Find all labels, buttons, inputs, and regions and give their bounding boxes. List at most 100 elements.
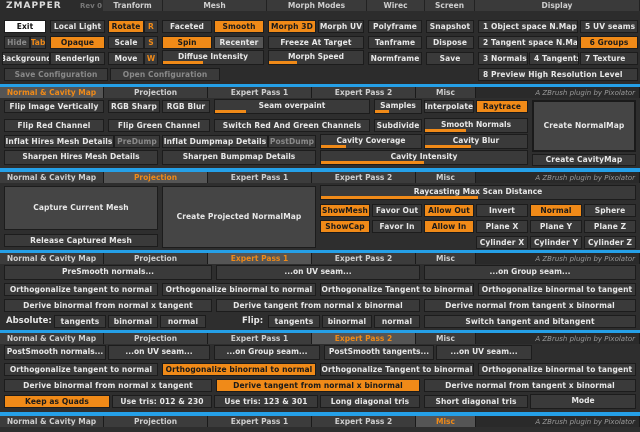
short-diagonal-tris-button[interactable]: Short diagonal tris bbox=[424, 395, 528, 408]
postsmooth-tangents-slider[interactable]: PostSmooth tangents... bbox=[324, 345, 434, 360]
spin-button[interactable]: Spin bbox=[162, 36, 212, 49]
flip-binormal-button[interactable]: binormal bbox=[322, 315, 372, 328]
smooth-button[interactable]: Smooth bbox=[214, 20, 264, 33]
tab-expert-pass-1[interactable]: Expert Pass 1 bbox=[208, 87, 312, 98]
presmooth-group-seam-slider[interactable]: ...on Group seam... bbox=[424, 265, 636, 280]
tab-misc[interactable]: Misc bbox=[416, 333, 476, 344]
open-configuration-button[interactable]: Open Configuration bbox=[110, 68, 220, 81]
switch-red-green-button[interactable]: Switch Red And Green Channels bbox=[214, 119, 370, 132]
keep-as-quads-button[interactable]: Keep as Quads bbox=[4, 395, 110, 408]
create-cavitymap-button[interactable]: Create CavityMap bbox=[532, 154, 636, 166]
ortho-binormal-to-normal-button[interactable]: Orthogonalize binormal to normal bbox=[162, 363, 316, 376]
morph-3d-button[interactable]: Morph 3D bbox=[268, 20, 316, 33]
renderign-button[interactable]: RenderIgn bbox=[50, 52, 105, 65]
absolute-tangents-button[interactable]: tangents bbox=[54, 315, 106, 328]
display-normals[interactable]: 3 Normals bbox=[478, 52, 528, 65]
tab-normal-cavity[interactable]: Normal & Cavity Map bbox=[0, 253, 104, 264]
tab-projection[interactable]: Projection bbox=[104, 253, 208, 264]
seam-overpaint-slider[interactable]: Seam overpaint bbox=[214, 99, 370, 114]
rotate-button[interactable]: Rotate bbox=[108, 20, 144, 33]
showcap-button[interactable]: ShowCap bbox=[320, 220, 370, 233]
postsmooth-uv-seam-slider[interactable]: ...on UV seam... bbox=[108, 345, 210, 360]
allow-in-button[interactable]: Allow In bbox=[424, 220, 474, 233]
plane-x-button[interactable]: Plane X bbox=[476, 220, 528, 233]
flip-green-channel-button[interactable]: Flip Green Channel bbox=[108, 119, 210, 132]
postsmooth-normals-slider[interactable]: PostSmooth normals... bbox=[4, 345, 106, 360]
use-tris-123-301-button[interactable]: Use tris: 123 & 301 bbox=[214, 395, 318, 408]
save-configuration-button[interactable]: Save Configuration bbox=[4, 68, 108, 81]
create-projected-normalmap-button[interactable]: Create Projected NormalMap bbox=[162, 186, 316, 248]
tab-expert-pass-1[interactable]: Expert Pass 1 bbox=[208, 172, 312, 183]
tab-misc[interactable]: Misc bbox=[416, 87, 476, 98]
cylinder-x-button[interactable]: Cylinder X bbox=[476, 236, 528, 249]
tab-misc[interactable]: Misc bbox=[416, 253, 476, 264]
smooth-normals-slider[interactable]: Smooth Normals bbox=[424, 118, 528, 133]
postsmooth-group-seam-slider[interactable]: ...on Group seam... bbox=[214, 345, 320, 360]
tab-projection[interactable]: Projection bbox=[104, 172, 208, 183]
ortho-tangent-to-normal-button[interactable]: Orthogonalize tangent to normal bbox=[4, 283, 158, 296]
tab-expert-pass-1[interactable]: Expert Pass 1 bbox=[208, 416, 312, 427]
display-preview-hires[interactable]: 8 Preview High Resolution Level bbox=[478, 68, 638, 81]
tab-normal-cavity[interactable]: Normal & Cavity Map bbox=[0, 416, 104, 427]
plane-z-button[interactable]: Plane Z bbox=[584, 220, 636, 233]
scale-button[interactable]: Scale bbox=[108, 36, 144, 49]
normframe-button[interactable]: Normframe bbox=[368, 52, 422, 65]
cavity-blur-slider[interactable]: Cavity Blur bbox=[424, 134, 528, 149]
tab-projection[interactable]: Projection bbox=[104, 87, 208, 98]
display-uv-seams[interactable]: 5 UV seams bbox=[580, 20, 638, 33]
release-captured-mesh-button[interactable]: Release Captured Mesh bbox=[4, 234, 158, 247]
sharpen-hires-mesh-slider[interactable]: Sharpen Hires Mesh Details bbox=[4, 150, 158, 165]
sphere-mode-button[interactable]: Sphere bbox=[584, 204, 636, 217]
save-button[interactable]: Save bbox=[426, 52, 474, 65]
local-light-button[interactable]: Local Light bbox=[50, 20, 105, 33]
derive-normal-button[interactable]: Derive normal from tangent x binormal bbox=[424, 379, 636, 392]
long-diagonal-tris-button[interactable]: Long diagonal tris bbox=[320, 395, 420, 408]
cavity-coverage-slider[interactable]: Cavity Coverage bbox=[320, 134, 422, 149]
interpolate-button[interactable]: Interpolate bbox=[424, 100, 474, 113]
freeze-at-target-button[interactable]: Freeze At Target bbox=[268, 36, 364, 49]
hide-button[interactable]: Hide bbox=[4, 36, 30, 49]
ortho-binormal-to-tangent-button[interactable]: Orthogonalize binormal to tangent bbox=[478, 363, 636, 376]
capture-current-mesh-button[interactable]: Capture Current Mesh bbox=[4, 186, 158, 230]
ortho-tangent-to-binormal-button[interactable]: Orthogonalize Tangent to binormal bbox=[320, 363, 474, 376]
ortho-binormal-to-tangent-button[interactable]: Orthogonalize binormal to tangent bbox=[478, 283, 636, 296]
allow-out-button[interactable]: Allow Out bbox=[424, 204, 474, 217]
sharpen-bumpmap-slider[interactable]: Sharpen Bumpmap Details bbox=[162, 150, 316, 165]
flip-tangents-button[interactable]: tangents bbox=[268, 315, 320, 328]
cylinder-z-button[interactable]: Cylinder Z bbox=[584, 236, 636, 249]
presmooth-normals-slider[interactable]: PreSmooth normals... bbox=[4, 265, 212, 280]
raytrace-button[interactable]: Raytrace bbox=[476, 100, 528, 113]
showmesh-button[interactable]: ShowMesh bbox=[320, 204, 370, 217]
switch-tangent-bitangent-button[interactable]: Switch tangent and bitangent bbox=[424, 315, 636, 328]
derive-binormal-button[interactable]: Derive binormal from normal x tangent bbox=[4, 299, 212, 312]
tab-misc[interactable]: Misc bbox=[416, 172, 476, 183]
ortho-binormal-to-normal-button[interactable]: Orthogonalize binormal to normal bbox=[162, 283, 316, 296]
display-tangent-space-nmap[interactable]: 2 Tangent space N.Map bbox=[478, 36, 578, 49]
tab-normal-cavity[interactable]: Normal & Cavity Map bbox=[0, 333, 104, 344]
dispose-button[interactable]: Dispose bbox=[426, 36, 474, 49]
absolute-binormal-button[interactable]: binormal bbox=[108, 315, 158, 328]
move-button[interactable]: Move bbox=[108, 52, 144, 65]
rgb-sharp-button[interactable]: RGB Sharp bbox=[108, 100, 160, 113]
derive-tangent-button[interactable]: Derive tangent from normal x binormal bbox=[216, 299, 420, 312]
morph-speed-slider[interactable]: Morph Speed bbox=[268, 50, 364, 65]
tab-projection[interactable]: Projection bbox=[104, 333, 208, 344]
tab-expert-pass-2[interactable]: Expert Pass 2 bbox=[312, 172, 416, 183]
normal-mode-button[interactable]: Normal bbox=[530, 204, 582, 217]
cylinder-y-button[interactable]: Cylinder Y bbox=[530, 236, 582, 249]
recenter-button[interactable]: Recenter bbox=[214, 36, 264, 49]
inflat-hires-mesh-details-button[interactable]: Inflat Hires Mesh Details bbox=[4, 135, 114, 148]
faceted-button[interactable]: Faceted bbox=[162, 20, 212, 33]
postsmooth-tangents-uv-seam-slider[interactable]: ...on UV seam... bbox=[436, 345, 532, 360]
mode-slider[interactable]: Mode bbox=[530, 394, 636, 409]
background-button[interactable]: Background bbox=[2, 52, 50, 65]
tanframe-button[interactable]: Tanframe bbox=[368, 36, 422, 49]
presmooth-uv-seam-slider[interactable]: ...on UV seam... bbox=[216, 265, 420, 280]
invert-button[interactable]: Invert bbox=[476, 204, 528, 217]
ortho-tangent-to-normal-button[interactable]: Orthogonalize tangent to normal bbox=[4, 363, 158, 376]
tab-expert-pass-1[interactable]: Expert Pass 1 bbox=[208, 253, 312, 264]
rgb-blur-button[interactable]: RGB Blur bbox=[162, 100, 210, 113]
samples-slider[interactable]: Samples bbox=[374, 99, 422, 114]
tab-expert-pass-2[interactable]: Expert Pass 2 bbox=[312, 87, 416, 98]
tab-normal-cavity[interactable]: Normal & Cavity Map bbox=[0, 172, 104, 183]
